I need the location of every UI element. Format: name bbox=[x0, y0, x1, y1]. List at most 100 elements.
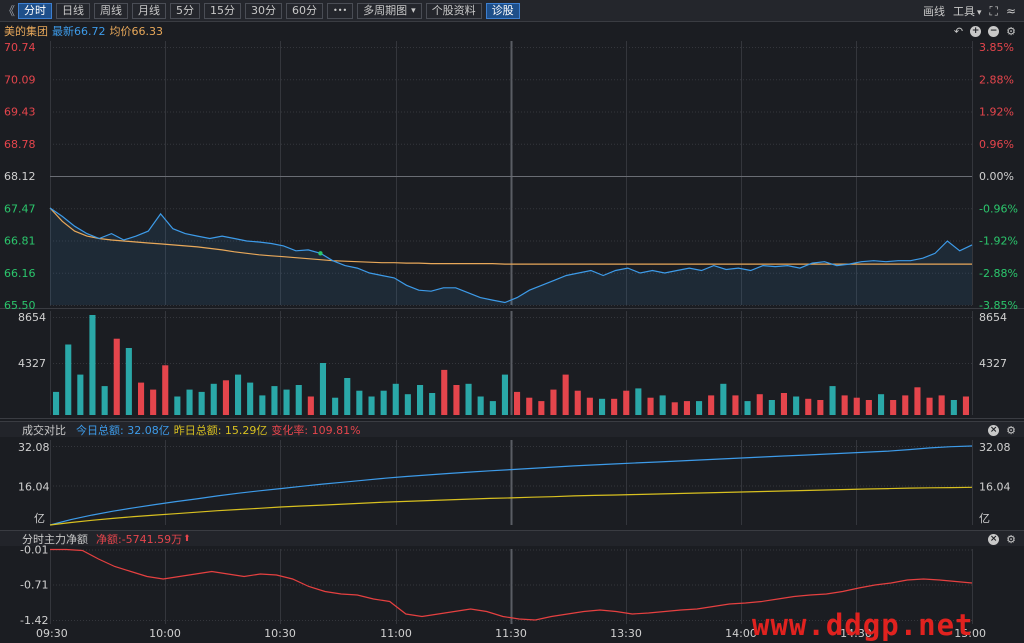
volume-bar bbox=[599, 398, 606, 415]
percent-tick-label: 2.88% bbox=[979, 73, 1014, 86]
volume-bar bbox=[307, 396, 314, 415]
price-tick-label: 67.47 bbox=[4, 202, 36, 215]
volume-bar bbox=[404, 394, 411, 415]
volume-bar bbox=[635, 388, 642, 415]
price-marker-dot bbox=[318, 251, 323, 256]
volume-bar bbox=[659, 395, 666, 415]
volume-bar bbox=[283, 389, 290, 415]
volume-bar bbox=[574, 390, 581, 415]
volume-bar bbox=[902, 395, 909, 415]
intraday-charts[interactable]: 70.74 3.85% 70.09 2.88% 69.43 1.92% 68.78 0.96%… bbox=[0, 0, 1024, 643]
volume-bar bbox=[756, 394, 763, 415]
volume-bar bbox=[210, 383, 217, 415]
chart-grid bbox=[0, 41, 1024, 624]
flow-tick-label: -1.42 bbox=[20, 614, 48, 627]
volume-bar bbox=[138, 382, 145, 415]
turnover-tick-label: 16.04 bbox=[979, 481, 1011, 494]
volume-bar bbox=[805, 398, 812, 415]
flow-tick-label: -0.01 bbox=[20, 544, 48, 557]
turnover-tick-label: 32.08 bbox=[979, 441, 1011, 454]
volume-bar bbox=[125, 348, 132, 415]
volume-bar bbox=[150, 389, 157, 415]
price-tick-label: 68.78 bbox=[4, 138, 36, 151]
turnover-tick-label: 亿 bbox=[34, 512, 45, 525]
volume-bar bbox=[441, 369, 448, 415]
volume-bar bbox=[647, 397, 654, 415]
volume-bar bbox=[259, 395, 266, 415]
time-tick-label: 10:30 bbox=[264, 627, 296, 640]
volume-tick-label: 8654 bbox=[18, 311, 46, 324]
volume-bar bbox=[89, 315, 96, 415]
volume-bar bbox=[865, 400, 872, 415]
volume-bar bbox=[950, 400, 957, 415]
volume-bar bbox=[696, 401, 703, 415]
volume-bar bbox=[186, 389, 193, 415]
volume-bar bbox=[65, 344, 72, 415]
volume-bar bbox=[793, 396, 800, 415]
price-tick-label: 69.43 bbox=[4, 106, 36, 119]
price-tick-label: 68.12 bbox=[4, 170, 36, 183]
volume-bar bbox=[708, 395, 715, 415]
volume-bar bbox=[380, 390, 387, 415]
flow-tick-label: -0.71 bbox=[20, 579, 48, 592]
volume-bar bbox=[113, 338, 120, 415]
volume-bar bbox=[623, 390, 630, 415]
volume-bar bbox=[550, 389, 557, 415]
volume-bar bbox=[890, 400, 897, 415]
volume-bar bbox=[489, 401, 496, 415]
volume-bar bbox=[683, 401, 690, 415]
volume-bar bbox=[247, 382, 254, 415]
volume-bar bbox=[392, 383, 399, 415]
volume-bar bbox=[356, 390, 363, 415]
price-tick-label: 66.16 bbox=[4, 267, 36, 280]
time-tick-label: 13:30 bbox=[610, 627, 642, 640]
volume-bar bbox=[477, 396, 484, 415]
volume-tick-label: 8654 bbox=[979, 311, 1007, 324]
volume-bar bbox=[768, 400, 775, 415]
percent-tick-label: 0.96% bbox=[979, 138, 1014, 151]
time-tick-label: 10:00 bbox=[149, 627, 181, 640]
volume-bar bbox=[344, 378, 351, 415]
volume-bar bbox=[174, 396, 181, 415]
turnover-tick-label: 32.08 bbox=[18, 441, 50, 454]
volume-bar bbox=[332, 397, 339, 415]
volume-bar bbox=[938, 395, 945, 415]
volume-bar bbox=[671, 402, 678, 415]
volume-bar bbox=[538, 401, 545, 415]
volume-bar bbox=[720, 383, 727, 415]
volume-bar bbox=[417, 385, 424, 415]
volume-bar bbox=[235, 374, 242, 415]
volume-bar bbox=[586, 397, 593, 415]
volume-bar bbox=[271, 386, 278, 415]
turnover-tick-label: 亿 bbox=[979, 512, 990, 525]
volume-bar bbox=[53, 391, 60, 415]
volume-bar bbox=[465, 383, 472, 415]
percent-tick-label: -0.96% bbox=[979, 202, 1018, 215]
volume-bar bbox=[829, 386, 836, 415]
volume-bar bbox=[817, 400, 824, 415]
volume-bar bbox=[914, 387, 921, 415]
percent-tick-label: 1.92% bbox=[979, 106, 1014, 119]
percent-tick-label: -1.92% bbox=[979, 235, 1018, 248]
volume-bar bbox=[853, 397, 860, 415]
price-tick-label: 66.81 bbox=[4, 235, 36, 248]
volume-bar bbox=[162, 365, 169, 415]
percent-tick-label: 3.85% bbox=[979, 41, 1014, 54]
volume-bar bbox=[77, 374, 84, 415]
turnover-tick-label: 16.04 bbox=[18, 481, 50, 494]
volume-bar bbox=[732, 395, 739, 415]
time-tick-label: 11:30 bbox=[495, 627, 527, 640]
volume-tick-label: 4327 bbox=[979, 357, 1007, 370]
volume-bar bbox=[744, 401, 751, 415]
volume-bar bbox=[878, 394, 885, 415]
watermark: www.ddgp.net bbox=[752, 608, 974, 642]
percent-tick-label: -2.88% bbox=[979, 267, 1018, 280]
volume-bar bbox=[962, 396, 969, 415]
volume-bar bbox=[501, 374, 508, 415]
volume-bar bbox=[780, 393, 787, 415]
volume-bar bbox=[101, 386, 108, 415]
percent-tick-label: 0.00% bbox=[979, 170, 1014, 183]
volume-bar bbox=[198, 391, 205, 415]
volume-bar bbox=[526, 397, 533, 415]
volume-bar bbox=[319, 363, 326, 415]
